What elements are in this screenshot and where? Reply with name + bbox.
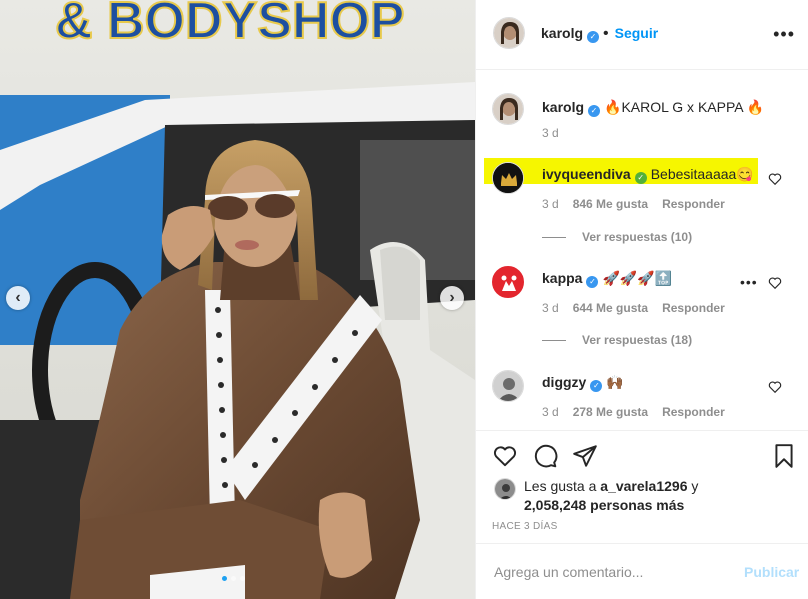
replies-divider xyxy=(542,237,566,239)
comment-likes[interactable]: 278 Me gusta xyxy=(573,405,648,419)
comment-likes[interactable]: 846 Me gusta xyxy=(573,197,648,211)
follow-button[interactable]: Seguir xyxy=(615,25,659,41)
comment-time[interactable]: 3 d xyxy=(542,197,559,211)
likes-conj: y xyxy=(691,478,699,494)
post-header: karolg ✓ • Seguir ••• xyxy=(476,0,808,70)
verified-badge-icon: ✓ xyxy=(590,380,603,392)
likes-prefix: Les gusta a xyxy=(524,478,597,494)
view-replies-button[interactable]: Ver respuestas (10) xyxy=(542,230,692,244)
carousel-dot xyxy=(231,576,236,581)
reply-button[interactable]: Responder xyxy=(662,197,725,211)
shop-sign-text: & BODYSHOP xyxy=(55,0,405,50)
heart-outline-icon[interactable] xyxy=(768,276,782,290)
author-username[interactable]: karolg xyxy=(541,25,583,41)
commenter-avatar[interactable] xyxy=(492,370,524,402)
chevron-right-icon: › xyxy=(449,289,455,306)
comment-likes[interactable]: 644 Me gusta xyxy=(573,301,648,315)
commenter-avatar[interactable] xyxy=(492,266,524,298)
heart-outline-icon[interactable] xyxy=(768,172,782,186)
caption-time[interactable]: 3 d xyxy=(542,126,559,140)
more-options-icon[interactable]: ••• xyxy=(773,24,795,45)
post-side-panel: karolg ✓ • Seguir ••• karolg ✓ 🔥KAROL G x KAP… xyxy=(475,0,808,599)
post-time-ago[interactable]: HACE 3 DÍAS xyxy=(492,521,558,532)
chevron-left-icon: ‹ xyxy=(15,289,21,306)
caption-text: 🔥KAROL G x KAPPA 🔥 xyxy=(604,99,765,115)
comment-input[interactable] xyxy=(492,558,726,586)
comment-time[interactable]: 3 d xyxy=(542,405,559,419)
carousel-prev-button[interactable]: ‹ xyxy=(6,286,30,310)
comment-text: 🚀🚀🚀🔝 xyxy=(602,270,673,286)
verified-badge-icon: ✓ xyxy=(634,172,647,184)
photo-illustration: & BODYSHOP xyxy=(0,0,475,599)
post-comment-button[interactable]: Publicar xyxy=(744,564,799,580)
reply-button[interactable]: Responder xyxy=(662,301,725,315)
liker-avatar[interactable] xyxy=(494,478,516,500)
post-photo[interactable]: & BODYSHOP ‹ › xyxy=(0,0,475,599)
carousel-indicator xyxy=(222,576,245,581)
commenter-avatar[interactable] xyxy=(492,162,524,194)
verified-badge-icon: ✓ xyxy=(587,31,600,43)
commenter-username[interactable]: kappa xyxy=(542,270,582,286)
view-replies-label: Ver respuestas (18) xyxy=(582,333,693,347)
carousel-next-button[interactable]: › xyxy=(440,286,464,310)
verified-badge-icon: ✓ xyxy=(588,105,601,117)
commenter-username[interactable]: diggzy xyxy=(542,374,586,390)
caption-author-avatar[interactable] xyxy=(492,93,524,125)
reply-button[interactable]: Responder xyxy=(662,405,725,419)
comment-text: Bebesitaaaaa😋 xyxy=(650,166,754,182)
view-replies-button[interactable]: Ver respuestas (18) xyxy=(542,333,692,347)
verified-badge-icon: ✓ xyxy=(586,276,599,288)
likes-count[interactable]: 2,058,248 personas más xyxy=(524,497,684,513)
author-avatar[interactable] xyxy=(493,17,525,49)
add-comment-bar: Publicar xyxy=(476,543,808,599)
comment-text: 🙌🏾 xyxy=(606,374,624,390)
replies-divider xyxy=(542,340,566,342)
share-paper-plane-icon[interactable] xyxy=(572,443,598,469)
comment-options-icon[interactable]: ••• xyxy=(740,274,758,290)
like-heart-icon[interactable] xyxy=(492,443,518,469)
post-actions: Les gusta a a_varela1296 y 2,058,248 per… xyxy=(476,430,808,540)
likes-summary: Les gusta a a_varela1296 y 2,058,248 per… xyxy=(524,477,698,515)
caption-username[interactable]: karolg xyxy=(542,99,584,115)
comment-time[interactable]: 3 d xyxy=(542,301,559,315)
heart-outline-icon[interactable] xyxy=(768,380,782,394)
liker-username[interactable]: a_varela1296 xyxy=(600,478,687,494)
comment-bubble-icon[interactable] xyxy=(532,443,558,469)
save-bookmark-icon[interactable] xyxy=(771,443,797,469)
carousel-dot-active xyxy=(222,576,227,581)
view-replies-label: Ver respuestas (10) xyxy=(582,230,693,244)
carousel-dot xyxy=(240,576,245,581)
commenter-username[interactable]: ivyqueendiva xyxy=(542,166,631,182)
